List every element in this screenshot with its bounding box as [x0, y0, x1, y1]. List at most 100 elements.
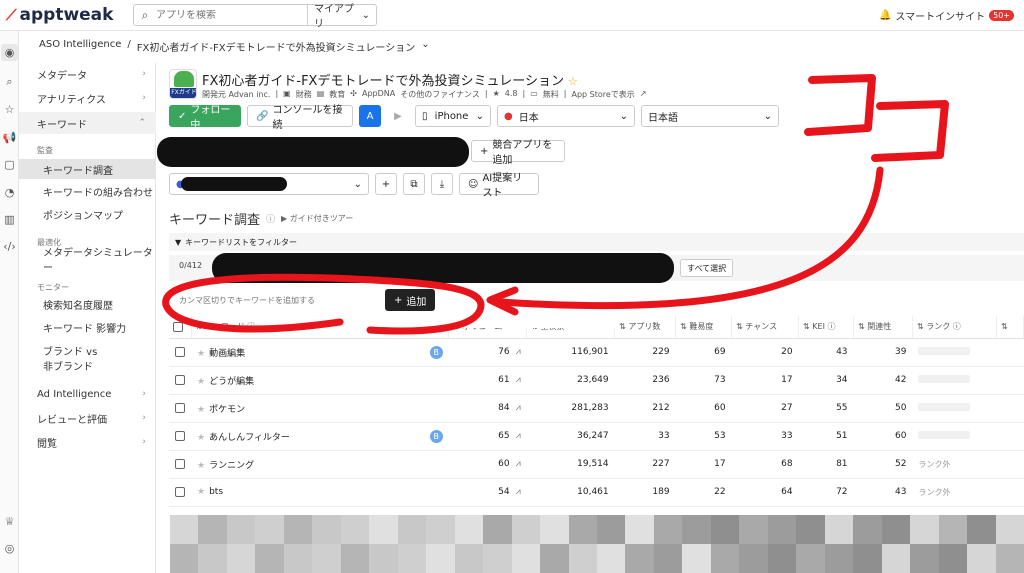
keyword-cell[interactable]: ★ ポケモン: [191, 394, 449, 423]
sidebar-item-analytics[interactable]: アナリティクス ›: [19, 87, 156, 109]
add-competitor-button[interactable]: + 競合アプリを追加: [471, 140, 565, 166]
trend-chart-icon[interactable]: ⩘: [516, 403, 521, 413]
row-checkbox[interactable]: [175, 402, 185, 413]
favorite-star-icon[interactable]: ★: [197, 349, 205, 359]
chevron-down-icon[interactable]: ⌄: [421, 39, 429, 54]
sidebar-item-metadata-simulator[interactable]: メタデータシミュレーター: [19, 248, 156, 274]
keyword-cell[interactable]: ★ 動画編集 B: [191, 338, 449, 367]
add-keyword-input[interactable]: [179, 289, 389, 311]
guided-tour-link[interactable]: ▶ ガイド付きツアー: [281, 213, 353, 224]
row-checkbox[interactable]: [175, 458, 185, 469]
sidebar-item-keyword-impact[interactable]: キーワード 影響力: [19, 317, 156, 337]
help-icon[interactable]: ⓘ: [266, 212, 275, 225]
table-row[interactable]: ★ 動画編集 B 76 ⩘ 116,901 229 69 20 43 39: [169, 338, 1024, 367]
table-row[interactable]: ★ ランニング 60 ⩘ 19,514 227 17 68 81 52 ランク外: [169, 450, 1024, 479]
header-relevance[interactable]: ⇅ 関連性: [853, 316, 913, 339]
apptweak-logo[interactable]: ⟋ apptweak: [6, 5, 113, 25]
header-difficulty[interactable]: ⇅ 難易度: [675, 316, 733, 339]
sidebar-item-keyword-combinations[interactable]: キーワードの組み合わせ: [19, 181, 156, 201]
language-select[interactable]: 日本語 ⌄: [641, 105, 779, 127]
row-checkbox-cell[interactable]: [169, 394, 191, 423]
country-select[interactable]: ● 日本 ⌄: [497, 105, 635, 127]
select-all-button[interactable]: すべて選択: [680, 259, 734, 277]
favorite-star-icon[interactable]: ☆: [568, 75, 578, 88]
filter-toggle[interactable]: ▼ キーワードリストをフィルター: [169, 233, 1024, 251]
header-apps[interactable]: ⇅ アプリ数: [614, 316, 677, 339]
connect-console-button[interactable]: 🔗 コンソールを接続: [247, 105, 353, 131]
row-checkbox[interactable]: [175, 486, 185, 497]
table-row[interactable]: ★ どうが編集 61 ⩘ 23,649 236 73 17 34 42: [169, 366, 1024, 395]
row-checkbox-cell[interactable]: [169, 366, 191, 395]
favorite-star-icon[interactable]: ★: [197, 433, 205, 443]
trend-chart-icon[interactable]: ⩘: [516, 459, 521, 469]
redacted-competitors: [157, 137, 469, 167]
google-play-toggle[interactable]: ▶: [387, 105, 409, 127]
breadcrumb-current[interactable]: FX初心者ガイド-FXデモトレードで外為投資シミュレーション: [137, 39, 415, 54]
row-checkbox-cell[interactable]: [169, 338, 191, 367]
sidebar-item-position-map[interactable]: ポジションマップ: [19, 204, 156, 224]
header-label: キーワード: [204, 322, 245, 332]
mosaic-tile: [682, 515, 711, 544]
download-button[interactable]: ⤓: [431, 173, 453, 195]
header-checkbox[interactable]: [169, 316, 192, 339]
row-checkbox-cell[interactable]: [169, 450, 191, 479]
favorite-star-icon[interactable]: ★: [197, 461, 205, 471]
sidebar-item-brand-vs-nonbrand[interactable]: ブランド vs 非ブランド: [19, 343, 156, 373]
trend-chart-icon[interactable]: ⩘: [516, 347, 521, 357]
keyword-cell[interactable]: ★ どうが編集: [191, 366, 449, 395]
table-row[interactable]: ★ ポケモン 84 ⩘ 281,283 212 60 27 55 50: [169, 394, 1024, 423]
app-store-toggle[interactable]: A: [359, 105, 381, 127]
sidebar-item-keyword-research[interactable]: キーワード調査: [19, 159, 156, 179]
my-apps-dropdown[interactable]: マイアプリ ⌄: [307, 4, 376, 30]
copy-button[interactable]: ⧉: [403, 173, 425, 195]
header-chance[interactable]: ⇅ チャンス: [731, 316, 800, 339]
row-checkbox[interactable]: [175, 430, 185, 441]
smart-insight[interactable]: 🔔 スマートインサイト 50+: [879, 8, 1014, 23]
header-kei[interactable]: ⇅ KEI ⓘ: [798, 316, 855, 339]
app-store-link[interactable]: App Storeで表示: [571, 89, 634, 100]
keyword-cell[interactable]: ★ あんしんフィルター B: [191, 422, 449, 451]
row-checkbox-cell[interactable]: [169, 478, 191, 507]
device-select[interactable]: ▯ iPhone ⌄: [415, 105, 491, 127]
add-keyword-button[interactable]: + 追加: [385, 289, 436, 311]
megaphone-icon[interactable]: 📢: [1, 129, 18, 146]
star-rail-icon[interactable]: ☆: [1, 101, 18, 118]
award-icon[interactable]: ♕: [1, 513, 18, 530]
sidebar-item-ad-intelligence[interactable]: Ad Intelligence ›: [19, 383, 156, 405]
keyword-cell[interactable]: ★ ランニング: [191, 450, 449, 479]
code-icon[interactable]: ‹/›: [1, 238, 18, 255]
table-row[interactable]: ★ あんしんフィルター B 65 ⩘ 36,247 33 53 33 51 60: [169, 422, 1024, 451]
follow-button[interactable]: ✓ フォロー中: [169, 105, 241, 131]
favorite-star-icon[interactable]: ★: [197, 405, 205, 415]
trend-chart-icon[interactable]: ⩘: [516, 487, 521, 497]
sidebar-item-browse[interactable]: 閲覧 ›: [19, 431, 156, 453]
favorite-star-icon[interactable]: ★: [197, 487, 205, 497]
sidebar-item-search-awareness[interactable]: 検索知名度履歴: [19, 294, 156, 314]
table-row[interactable]: ★ bts 54 ⩘ 10,461 189 22 64 72 43 ランク外: [169, 478, 1024, 507]
header-rank[interactable]: ⇅ ランク ⓘ: [912, 316, 997, 339]
eye-icon[interactable]: ◉: [1, 44, 18, 61]
ai-suggest-button[interactable]: ☺ AI提案リスト: [459, 173, 539, 199]
developer[interactable]: 開発元 Advan inc.: [202, 89, 270, 100]
breadcrumb-root[interactable]: ASO Intelligence: [39, 39, 121, 54]
trend-chart-icon[interactable]: ⩘: [516, 375, 521, 385]
search-input[interactable]: [156, 9, 296, 21]
app-search[interactable]: ⌕ マイアプリ ⌄: [133, 4, 377, 30]
favorite-star-icon[interactable]: ★: [197, 377, 205, 387]
row-checkbox-cell[interactable]: [169, 422, 191, 451]
row-checkbox[interactable]: [175, 374, 185, 385]
sidebar-item-metadata[interactable]: メタデータ ›: [19, 63, 156, 85]
row-checkbox[interactable]: [175, 346, 185, 357]
sidebar-item-reviews[interactable]: レビューと評価 ›: [19, 407, 156, 429]
keyword-cell[interactable]: ★ bts: [191, 478, 449, 507]
trend-chart-icon[interactable]: ⩘: [516, 431, 521, 441]
select-all-checkbox[interactable]: [173, 321, 183, 332]
header-more[interactable]: ⇅: [996, 316, 1024, 339]
sidebar-item-keywords[interactable]: キーワード ⌃: [19, 112, 156, 134]
search-rail-icon[interactable]: ⌕: [1, 73, 18, 90]
bar-chart-icon[interactable]: ▥: [1, 211, 18, 228]
add-list-button[interactable]: +: [375, 173, 397, 195]
user-icon[interactable]: ◎: [1, 540, 18, 557]
square-icon[interactable]: ▢: [1, 156, 18, 173]
pie-chart-icon[interactable]: ◔: [1, 184, 18, 201]
